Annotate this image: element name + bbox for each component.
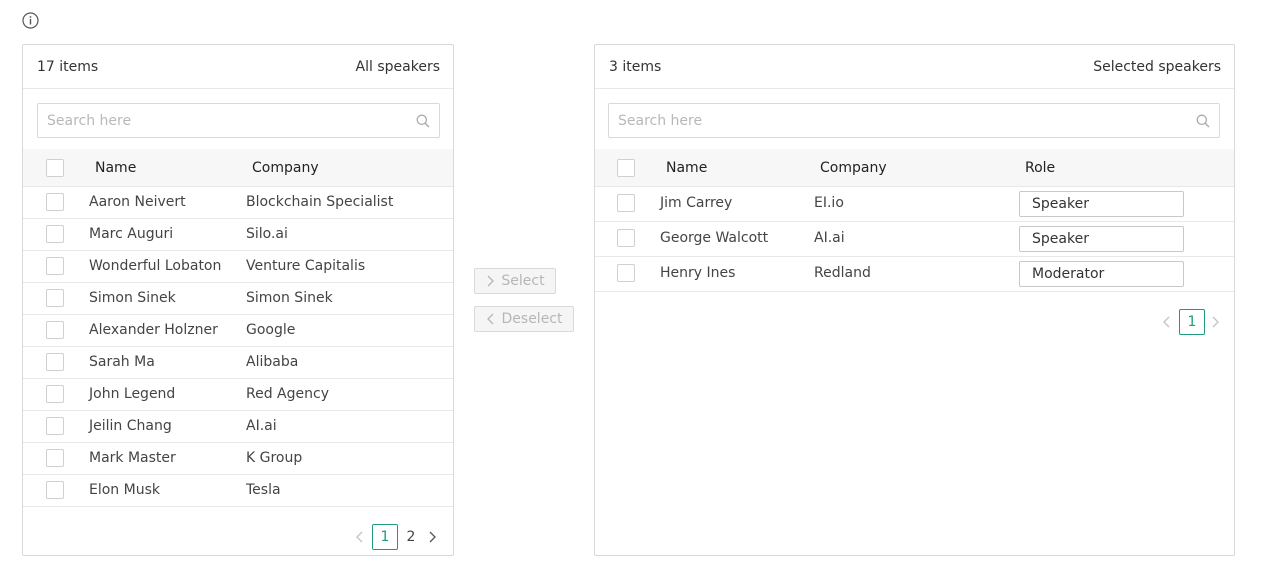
row-checkbox[interactable] [46, 385, 64, 403]
table-row[interactable]: Simon Sinek Simon Sinek [23, 283, 453, 315]
table-row[interactable]: Wonderful Lobaton Venture Capitalis [23, 251, 453, 283]
table-row[interactable]: Sarah Ma Alibaba [23, 347, 453, 379]
row-checkbox[interactable] [46, 353, 64, 371]
chevron-left-icon [486, 313, 493, 325]
table-row[interactable]: Jeilin Chang AI.ai [23, 411, 453, 443]
cell-company: Venture Capitalis [246, 258, 366, 274]
table-row[interactable]: Aaron Neivert Blockchain Specialist [23, 187, 453, 219]
cell-company: Simon Sinek [246, 290, 333, 306]
panel-header: 17 items All speakers [23, 45, 453, 89]
row-checkbox[interactable] [617, 229, 635, 247]
table-header: Name Company Role [595, 149, 1234, 187]
item-count: 3 items [609, 58, 662, 75]
role-input[interactable] [1019, 191, 1184, 217]
row-checkbox[interactable] [46, 321, 64, 339]
chevron-left-icon[interactable] [352, 529, 368, 545]
pagination: 1 2 [352, 524, 440, 550]
search-input[interactable] [38, 104, 439, 137]
column-header-name[interactable]: Name [666, 149, 707, 187]
row-checkbox[interactable] [46, 481, 64, 499]
panel-title: All speakers [355, 58, 440, 75]
chevron-left-icon[interactable] [1159, 314, 1175, 330]
table-row[interactable]: Mark Master K Group [23, 443, 453, 475]
page-1-button[interactable]: 1 [372, 524, 398, 550]
select-button-label: Select [501, 273, 545, 289]
table-row[interactable]: Jim Carrey EI.io [595, 187, 1234, 222]
cell-company: AI.ai [814, 230, 845, 246]
cell-name: Sarah Ma [89, 354, 155, 370]
cell-name: Simon Sinek [89, 290, 176, 306]
cell-name: George Walcott [660, 230, 769, 246]
cell-name: Wonderful Lobaton [89, 258, 222, 274]
panel-title: Selected speakers [1093, 58, 1221, 75]
select-all-checkbox[interactable] [46, 159, 64, 177]
info-circle-icon[interactable] [22, 12, 39, 29]
row-checkbox[interactable] [617, 264, 635, 282]
cell-name: Aaron Neivert [89, 194, 186, 210]
row-checkbox[interactable] [46, 449, 64, 467]
search-box [608, 103, 1220, 138]
chevron-right-icon[interactable] [1207, 314, 1223, 330]
search-input[interactable] [609, 104, 1219, 137]
cell-company: Redland [814, 265, 871, 281]
search-icon[interactable] [1196, 114, 1210, 128]
row-checkbox[interactable] [46, 257, 64, 275]
column-header-name[interactable]: Name [95, 149, 136, 187]
cell-company: Alibaba [246, 354, 299, 370]
table-row[interactable]: Elon Musk Tesla [23, 475, 453, 507]
column-header-company[interactable]: Company [820, 149, 887, 187]
cell-name: Elon Musk [89, 482, 160, 498]
cell-company: EI.io [814, 195, 844, 211]
panel-header: 3 items Selected speakers [595, 45, 1234, 89]
cell-name: Jeilin Chang [89, 418, 172, 434]
chevron-right-icon [487, 275, 495, 287]
cell-name: Jim Carrey [660, 195, 733, 211]
table-row[interactable]: Alexander Holzner Google [23, 315, 453, 347]
table-row[interactable]: George Walcott AI.ai [595, 222, 1234, 257]
row-checkbox[interactable] [46, 417, 64, 435]
page-2-button[interactable]: 2 [398, 524, 424, 550]
search-icon[interactable] [416, 114, 430, 128]
pagination: 1 [1159, 309, 1223, 335]
cell-company: AI.ai [246, 418, 277, 434]
table-row[interactable]: Henry Ines Redland [595, 257, 1234, 292]
cell-company: Blockchain Specialist [246, 194, 394, 210]
row-checkbox[interactable] [46, 289, 64, 307]
cell-company: Google [246, 322, 296, 338]
search-box [37, 103, 440, 138]
cell-name: Alexander Holzner [89, 322, 218, 338]
deselect-button-label: Deselect [501, 311, 563, 327]
cell-name: Marc Auguri [89, 226, 174, 242]
column-header-company[interactable]: Company [252, 149, 319, 187]
select-button[interactable]: Select [474, 268, 556, 294]
page-1-button[interactable]: 1 [1179, 309, 1205, 335]
chevron-right-icon[interactable] [424, 529, 440, 545]
selected-speakers-panel: 3 items Selected speakers Name Company R… [594, 44, 1235, 556]
cell-name: John Legend [89, 386, 176, 402]
cell-company: Silo.ai [246, 226, 288, 242]
cell-company: K Group [246, 450, 303, 466]
cell-name: Henry Ines [660, 265, 736, 281]
role-input[interactable] [1019, 261, 1184, 287]
table-header: Name Company [23, 149, 453, 187]
cell-name: Mark Master [89, 450, 176, 466]
row-checkbox[interactable] [46, 193, 64, 211]
row-checkbox[interactable] [46, 225, 64, 243]
deselect-button[interactable]: Deselect [474, 306, 574, 332]
table-row[interactable]: Marc Auguri Silo.ai [23, 219, 453, 251]
select-all-checkbox[interactable] [617, 159, 635, 177]
cell-company: Red Agency [246, 386, 329, 402]
all-speakers-panel: 17 items All speakers Name Company Aaron… [22, 44, 454, 556]
row-checkbox[interactable] [617, 194, 635, 212]
table-row[interactable]: John Legend Red Agency [23, 379, 453, 411]
cell-company: Tesla [246, 482, 281, 498]
item-count: 17 items [37, 58, 99, 75]
role-input[interactable] [1019, 226, 1184, 252]
column-header-role[interactable]: Role [1025, 149, 1055, 187]
